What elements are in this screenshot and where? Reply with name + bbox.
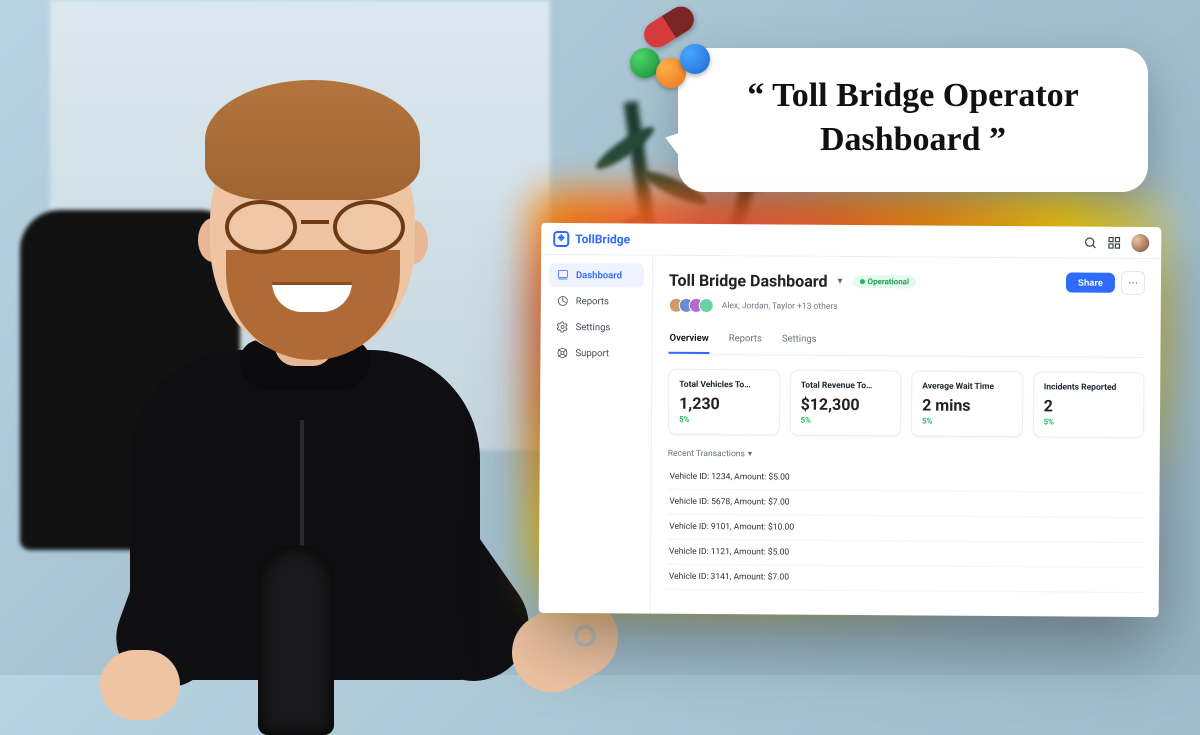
settings-icon: [557, 321, 569, 333]
sidebar-item-label: Settings: [576, 322, 611, 333]
recent-transactions-header[interactable]: Recent Transactions ▾: [668, 449, 1144, 462]
components-icon: [628, 8, 714, 94]
tab-reports[interactable]: Reports: [728, 327, 763, 354]
transaction-row[interactable]: Vehicle ID: 9101, Amount: $10.00: [667, 515, 1143, 543]
stat-card-vehicles[interactable]: Total Vehicles To… 1,230 5%: [668, 369, 780, 436]
reports-icon: [557, 295, 569, 307]
speech-bubble: “ Toll Bridge Operator Dashboard ”: [678, 48, 1148, 192]
sidebar-item-dashboard[interactable]: Dashboard: [549, 263, 644, 288]
stat-delta: 5%: [922, 417, 1012, 427]
search-icon[interactable]: [1083, 235, 1097, 249]
sidebar-item-reports[interactable]: Reports: [549, 289, 644, 314]
user-avatar[interactable]: [1131, 233, 1149, 251]
bubble-quote: “ Toll Bridge Operator Dashboard ”: [714, 74, 1112, 162]
stats-row: Total Vehicles To… 1,230 5% Total Revenu…: [668, 369, 1144, 438]
more-button[interactable]: ⋯: [1121, 271, 1145, 295]
stat-card-wait-time[interactable]: Average Wait Time 2 mins 5%: [911, 370, 1023, 437]
stat-label: Average Wait Time: [922, 382, 1012, 393]
collaborator-avatars[interactable]: [669, 298, 714, 313]
tab-overview[interactable]: Overview: [668, 327, 709, 354]
page-title: Toll Bridge Dashboard: [669, 270, 828, 290]
status-text: Operational: [868, 277, 910, 286]
transactions-list: Vehicle ID: 1234, Amount: $5.00 Vehicle …: [667, 465, 1144, 593]
brand-logo-icon: ◈: [553, 230, 569, 246]
stat-card-incidents[interactable]: Incidents Reported 2 5%: [1032, 371, 1144, 438]
transaction-row[interactable]: Vehicle ID: 3141, Amount: $7.00: [667, 565, 1143, 593]
status-badge: Operational: [853, 275, 917, 288]
stat-label: Incidents Reported: [1044, 382, 1134, 393]
stat-card-revenue[interactable]: Total Revenue To… $12,300 5%: [789, 370, 901, 437]
stat-value: 2: [1044, 396, 1134, 416]
transaction-row[interactable]: Vehicle ID: 1121, Amount: $5.00: [667, 540, 1143, 568]
sidebar-item-label: Dashboard: [576, 270, 622, 281]
transaction-row[interactable]: Vehicle ID: 1234, Amount: $5.00: [668, 465, 1144, 493]
stat-value: 1,230: [679, 394, 769, 414]
grid-icon[interactable]: [1107, 235, 1121, 249]
share-button[interactable]: Share: [1066, 273, 1115, 293]
dashboard-icon: [557, 269, 569, 281]
chevron-down-icon[interactable]: ▾: [838, 275, 843, 286]
stat-delta: 5%: [800, 416, 890, 426]
main-content: Toll Bridge Dashboard ▾ Operational Shar…: [651, 256, 1161, 618]
stat-value: $12,300: [801, 395, 891, 415]
sidebar-item-support[interactable]: Support: [548, 341, 643, 366]
stat-delta: 5%: [679, 415, 769, 425]
sidebar-item-label: Support: [575, 348, 609, 359]
stat-value: 2 mins: [922, 396, 1012, 416]
status-dot-icon: [860, 279, 865, 284]
stat-label: Total Revenue To…: [801, 381, 891, 392]
stat-label: Total Vehicles To…: [679, 380, 769, 391]
brand[interactable]: ◈ TollBridge: [553, 230, 630, 247]
sidebar-item-label: Reports: [576, 296, 609, 307]
sidebar: Dashboard Reports Settings Support: [539, 255, 653, 614]
sidebar-item-settings[interactable]: Settings: [549, 315, 644, 340]
collaborators-text: Alex, Jordan, Taylor +13 others: [722, 301, 838, 312]
stat-delta: 5%: [1043, 417, 1133, 427]
chevron-down-icon: ▾: [748, 449, 752, 459]
support-icon: [556, 347, 568, 359]
dashboard-screenshot: ◈ TollBridge Dashboard Reports: [539, 223, 1162, 617]
brand-name: TollBridge: [575, 232, 630, 246]
tab-settings[interactable]: Settings: [781, 328, 818, 355]
transaction-row[interactable]: Vehicle ID: 5678, Amount: $7.00: [667, 490, 1143, 518]
topbar: ◈ TollBridge: [541, 223, 1161, 259]
tabs: Overview Reports Settings: [668, 327, 1144, 358]
